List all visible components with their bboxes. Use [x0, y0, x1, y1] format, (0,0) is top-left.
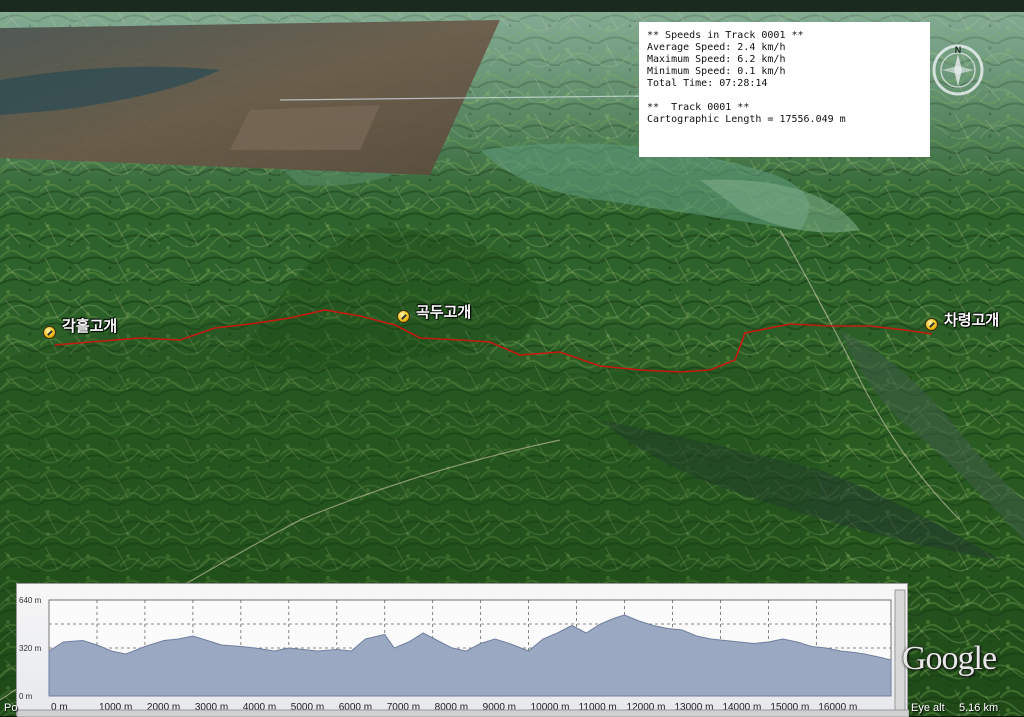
y-tick-label: 320 m: [19, 644, 42, 653]
info-line: [647, 90, 922, 102]
waypoint-gokdu[interactable]: 곡두고개: [397, 303, 471, 323]
info-line: Total Time: 07:28:14: [647, 78, 768, 89]
eye-alt-value: 5.16 km: [959, 702, 999, 714]
info-line: Minimum Speed: 0.1 km/h: [647, 66, 786, 77]
waypoint-charyeong[interactable]: 차령고개: [925, 311, 999, 331]
waypoint-label: 차령고개: [944, 311, 1000, 329]
waypoint-gakheul[interactable]: 각흘고개: [43, 317, 117, 339]
info-line: Average Speed: 2.4 km/h: [647, 42, 786, 53]
eye-alt-label: Eye alt: [911, 702, 945, 714]
elevation-chart[interactable]: 0 m 1000 m 2000 m 3000 m 4000 m 5000 m 6000 m7…: [17, 584, 909, 717]
waypoint-pin-icon[interactable]: [43, 326, 56, 339]
waypoint-pin-icon[interactable]: [397, 310, 410, 323]
compass-icon[interactable]: N: [928, 40, 988, 100]
waypoint-label: 각흘고개: [62, 317, 118, 335]
info-line: Cartographic Length = 17556.049 m: [647, 114, 846, 125]
info-line: ** Speeds in Track 0001 **: [647, 30, 804, 41]
waypoint-pin-icon[interactable]: [925, 318, 938, 331]
elevation-profile[interactable]: 0 m 1000 m 2000 m 3000 m 4000 m 5000 m 6000 m7…: [16, 583, 909, 717]
compass-north-label: N: [955, 45, 962, 55]
y-tick-label: 640 m: [19, 596, 42, 605]
info-line: ** Track 0001 **: [647, 102, 750, 113]
waypoint-label: 곡두고개: [416, 303, 472, 321]
status-left-text: Po: [4, 702, 18, 714]
track-info-box: ** Speeds in Track 0001 ** Average Speed…: [639, 22, 930, 157]
info-line: Maximum Speed: 6.2 km/h: [647, 54, 786, 65]
google-logo: Google: [902, 640, 997, 677]
y-tick-label: 0 m: [19, 692, 33, 701]
